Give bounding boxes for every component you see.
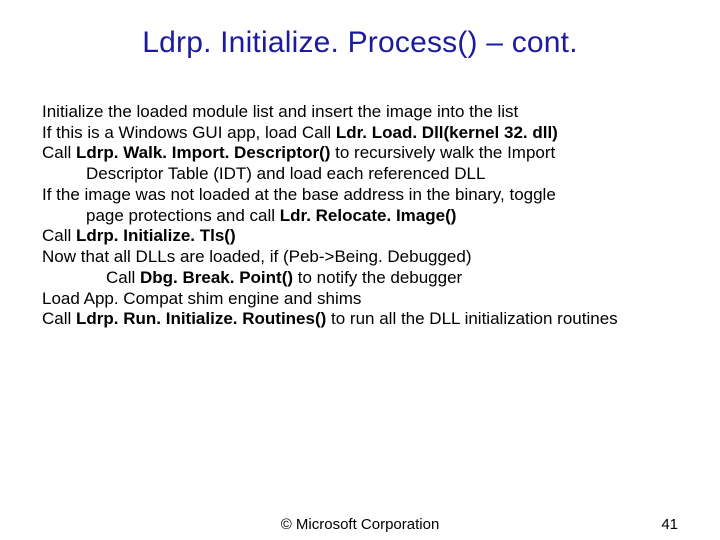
text-segment: to recursively walk the Import — [330, 143, 555, 162]
code-ref: Ldrp. Walk. Import. Descriptor() — [76, 143, 330, 162]
body-line-6-cont: Call Dbg. Break. Point() to notify the d… — [42, 268, 678, 289]
body-line-4-cont: page protections and call Ldr. Relocate.… — [42, 206, 678, 227]
body-line-3-cont: Descriptor Table (IDT) and load each ref… — [42, 164, 678, 185]
body-line-1: Initialize the loaded module list and in… — [42, 102, 678, 123]
body-line-5: Call Ldrp. Initialize. Tls() — [42, 226, 678, 247]
body-line-2: If this is a Windows GUI app, load Call … — [42, 123, 678, 144]
copyright-text: © Microsoft Corporation — [281, 516, 440, 533]
body-line-4: If the image was not loaded at the base … — [42, 185, 678, 206]
body-line-3: Call Ldrp. Walk. Import. Descriptor() to… — [42, 143, 678, 164]
text-segment: Call — [42, 226, 76, 245]
code-ref: Ldr. Relocate. Image() — [280, 206, 457, 225]
text-segment: Call — [106, 268, 140, 287]
code-ref: Ldrp. Initialize. Tls() — [76, 226, 236, 245]
text-segment: to notify the debugger — [293, 268, 462, 287]
slide-body: Initialize the loaded module list and in… — [40, 102, 680, 330]
slide: Ldrp. Initialize. Process() – cont. Init… — [0, 0, 720, 540]
body-line-8: Call Ldrp. Run. Initialize. Routines() t… — [42, 309, 678, 330]
page-number: 41 — [661, 516, 678, 533]
code-ref: Ldr. Load. Dll(kernel 32. dll) — [336, 123, 558, 142]
text-segment: Call — [42, 309, 76, 328]
text-segment: If this is a Windows GUI app, load Call — [42, 123, 336, 142]
slide-title: Ldrp. Initialize. Process() – cont. — [40, 26, 680, 60]
body-line-7: Load App. Compat shim engine and shims — [42, 289, 678, 310]
body-line-6: Now that all DLLs are loaded, if (Peb->B… — [42, 247, 678, 268]
code-ref: Ldrp. Run. Initialize. Routines() — [76, 309, 326, 328]
text-segment: page protections and call — [86, 206, 280, 225]
text-segment: to run all the DLL initialization routin… — [326, 309, 617, 328]
text-segment: Call — [42, 143, 76, 162]
code-ref: Dbg. Break. Point() — [140, 268, 293, 287]
